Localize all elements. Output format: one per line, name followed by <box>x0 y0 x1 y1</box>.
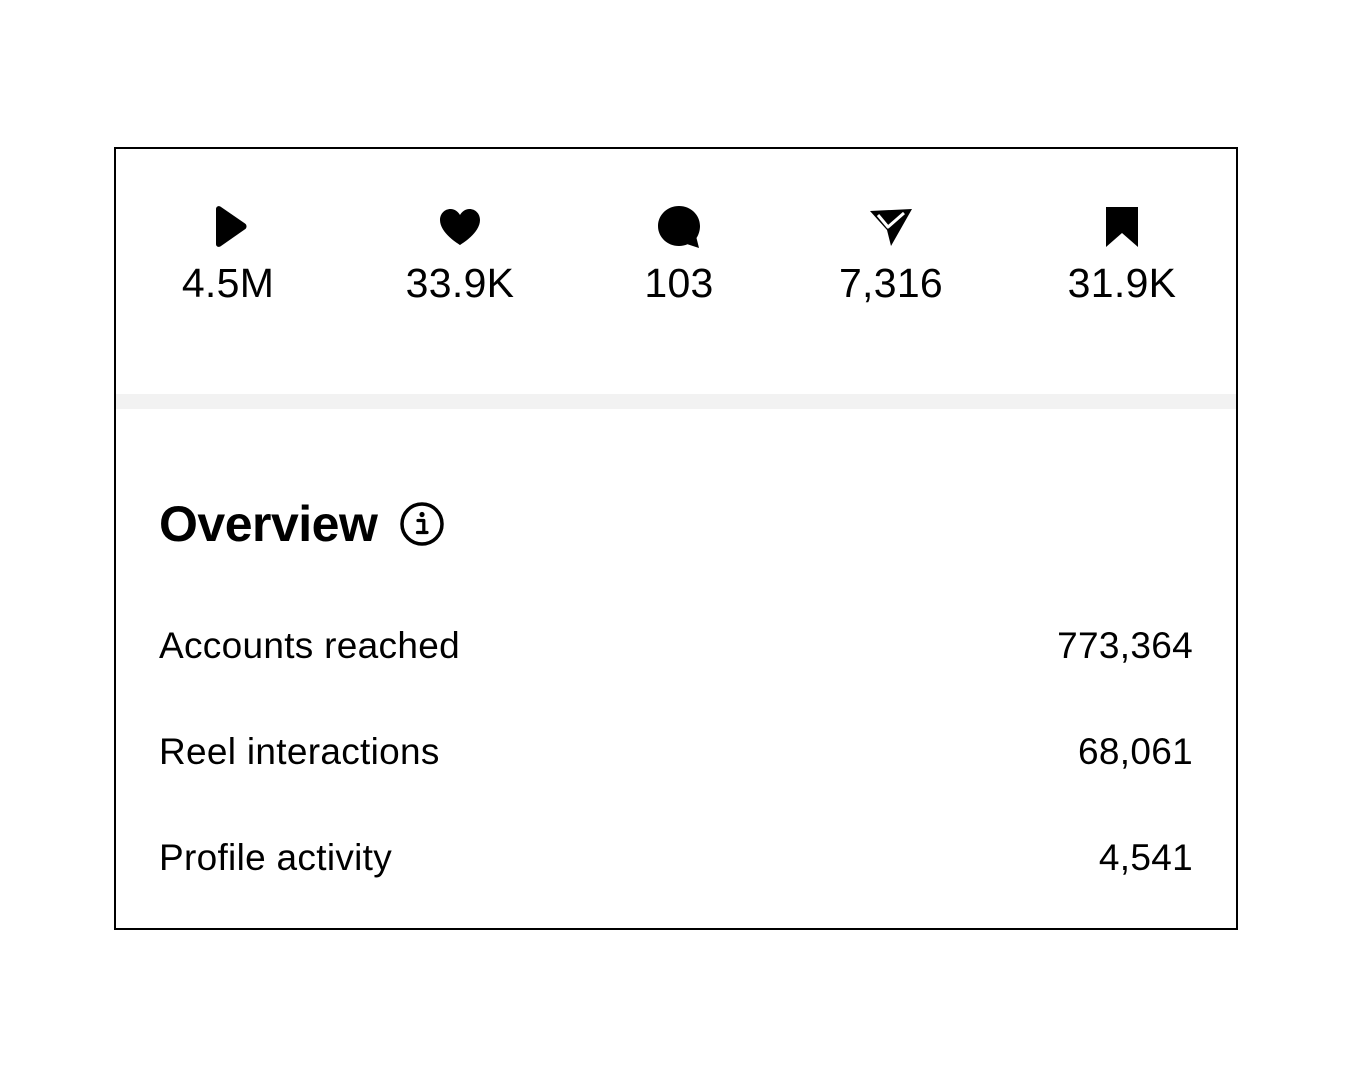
row-value: 68,061 <box>1078 731 1193 772</box>
overview-header: Overview <box>159 494 445 554</box>
row-label: Profile activity <box>159 837 393 878</box>
row-label: Reel interactions <box>159 731 440 772</box>
comment-icon <box>655 203 703 251</box>
play-icon <box>204 203 252 251</box>
stat-shares: 7,316 <box>791 203 991 307</box>
saves-count: 31.9K <box>1067 260 1177 306</box>
overview-row-accounts-reached[interactable]: Accounts reached 773,364 <box>159 621 1193 671</box>
likes-count: 33.9K <box>405 260 515 306</box>
heart-icon <box>436 203 484 251</box>
overview-row-reel-interactions[interactable]: Reel interactions 68,061 <box>159 727 1193 777</box>
row-value: 4,541 <box>1098 837 1193 878</box>
engagement-stats: 4.5M 33.9K 103 7,316 31.9K <box>116 149 1236 394</box>
comments-count: 103 <box>644 260 714 306</box>
share-icon <box>867 203 915 251</box>
insights-card: 4.5M 33.9K 103 7,316 31.9K Overview Acco… <box>114 147 1238 930</box>
section-divider <box>116 394 1236 409</box>
stat-saves: 31.9K <box>1022 203 1222 307</box>
bookmark-icon <box>1098 203 1146 251</box>
stat-plays: 4.5M <box>128 203 328 307</box>
info-icon[interactable] <box>399 501 445 547</box>
overview-title: Overview <box>159 496 378 552</box>
shares-count: 7,316 <box>838 260 944 306</box>
row-value: 773,364 <box>1057 625 1193 666</box>
row-label: Accounts reached <box>159 625 460 666</box>
overview-row-profile-activity[interactable]: Profile activity 4,541 <box>159 833 1193 883</box>
stat-likes: 33.9K <box>360 203 560 307</box>
plays-count: 4.5M <box>181 260 275 306</box>
stat-comments: 103 <box>579 203 779 307</box>
